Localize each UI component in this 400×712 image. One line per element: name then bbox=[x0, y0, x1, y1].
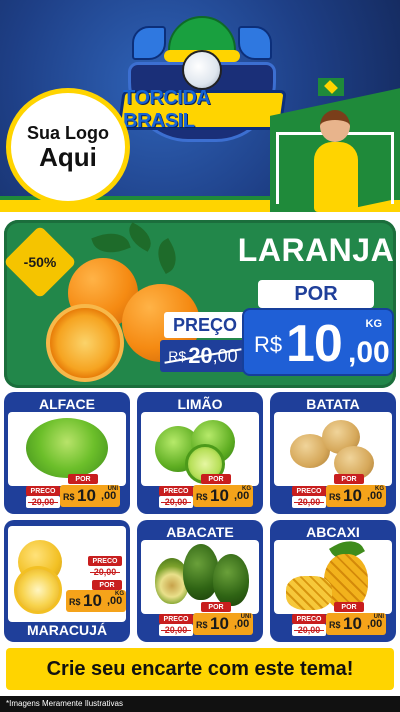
old-price-tag: 20,00 bbox=[159, 624, 193, 636]
right-horn-icon bbox=[238, 26, 272, 60]
new-price-tag: R$ 10 ,00 KG bbox=[326, 485, 386, 507]
new-price-tag: R$ 10 ,00 KG bbox=[66, 590, 126, 612]
product-image-abacaxi bbox=[274, 540, 392, 614]
store-logo-placeholder[interactable]: Sua Logo Aqui bbox=[6, 88, 130, 206]
por-tag: POR bbox=[201, 602, 231, 612]
header-banner: TORCIDA BRASIL Sua Logo Aqui bbox=[0, 0, 400, 212]
por-tag: POR bbox=[68, 474, 98, 484]
product-card-limao[interactable]: LIMÃO PRECO 20,00 POR R$ 10 ,00 KG bbox=[137, 392, 263, 514]
currency: R$ bbox=[329, 492, 341, 502]
preco-label: PREÇO bbox=[164, 312, 246, 338]
product-card-batata[interactable]: BATATA PRECO 20,00 POR R$ 10 ,00 KG bbox=[270, 392, 396, 514]
new-price: R$ 10 ,00 KG bbox=[242, 308, 394, 376]
price-int: 10 bbox=[83, 591, 102, 610]
logo-line-2: Aqui bbox=[39, 141, 97, 172]
leaf-icon bbox=[150, 238, 184, 274]
old-price-tag: 20,00 bbox=[292, 624, 326, 636]
new-price-tag: R$ 10 ,00 KG bbox=[193, 485, 253, 507]
product-image-batata bbox=[274, 412, 392, 486]
unit: UNI bbox=[373, 614, 384, 620]
product-card-abacaxi[interactable]: ABCAXI PRECO 20,00 POR R$ 10 ,00 UNI bbox=[270, 520, 396, 642]
disclaimer-text: *Imagens Meramente Ilustrativas bbox=[0, 696, 400, 712]
price-int: 10 bbox=[210, 614, 229, 633]
old-price-tag: 20,00 bbox=[159, 496, 193, 508]
currency: R$ bbox=[196, 492, 208, 502]
torcida-brasil-badge: TORCIDA BRASIL bbox=[117, 10, 287, 160]
old-price-tag: 20,00 bbox=[88, 566, 122, 578]
orange-half bbox=[46, 304, 124, 382]
unit: UNI bbox=[240, 614, 251, 620]
currency: R$ bbox=[63, 492, 75, 502]
old-price: R$ 20 ,00 bbox=[160, 340, 246, 372]
leaf-icon bbox=[91, 226, 131, 260]
passion-fruit-half-image bbox=[14, 566, 62, 614]
product-image-alface bbox=[8, 412, 126, 486]
avocado-image bbox=[213, 554, 249, 606]
unit: KG bbox=[115, 591, 124, 597]
currency: R$ bbox=[329, 620, 341, 630]
lettuce-image bbox=[26, 418, 108, 478]
new-price-dec: ,00 bbox=[348, 336, 390, 369]
por-label: POR bbox=[258, 280, 374, 308]
product-name: ABACATE bbox=[166, 524, 234, 540]
price-int: 10 bbox=[343, 614, 362, 633]
product-card-maracuja[interactable]: MARACUJÁ PRECO 20,00 POR R$ 10 ,00 KG bbox=[4, 520, 130, 642]
preco-tag: PRECO bbox=[159, 614, 193, 624]
product-name: ABCAXI bbox=[306, 524, 360, 540]
product-image-limao bbox=[141, 412, 259, 486]
price-int: 10 bbox=[77, 486, 96, 505]
preco-tag: PRECO bbox=[292, 486, 326, 496]
old-price-tag: 20,00 bbox=[292, 496, 326, 508]
badge-text: TORCIDA BRASIL bbox=[123, 87, 210, 132]
product-name: ALFACE bbox=[39, 396, 95, 412]
featured-product-card[interactable]: -50% LARANJA POR PREÇO R$ 20 ,00 R$ 10 ,… bbox=[4, 220, 396, 388]
fan-illustration bbox=[262, 72, 400, 212]
discount-text: -50% bbox=[23, 254, 57, 270]
new-price-currency: R$ bbox=[254, 332, 283, 357]
por-tag: POR bbox=[334, 474, 364, 484]
unit: KG bbox=[242, 486, 251, 492]
new-price-int: 10 bbox=[286, 315, 343, 373]
product-card-abacate[interactable]: ABACATE PRECO 20,00 POR R$ 10 ,00 UNI bbox=[137, 520, 263, 642]
old-price-tag: 20,00 bbox=[26, 496, 60, 508]
brazil-flag-icon bbox=[318, 78, 344, 96]
new-price-tag: R$ 10 ,00 UNI bbox=[60, 485, 120, 507]
currency: R$ bbox=[69, 597, 81, 607]
new-price-tag: R$ 10 ,00 UNI bbox=[326, 613, 386, 635]
preco-tag: PRECO bbox=[159, 486, 193, 496]
left-horn-icon bbox=[132, 26, 166, 60]
product-name: BATATA bbox=[306, 396, 360, 412]
featured-product-name: LARANJA bbox=[237, 232, 395, 268]
soccer-ball-icon bbox=[182, 50, 222, 90]
product-card-alface[interactable]: ALFACE PRECO 20,00 POR R$ 10 ,00 UNI bbox=[4, 392, 130, 514]
unit: KG bbox=[375, 486, 384, 492]
product-image-abacate bbox=[141, 540, 259, 614]
preco-tag: PRECO bbox=[26, 486, 60, 496]
por-tag: POR bbox=[334, 602, 364, 612]
currency: R$ bbox=[196, 620, 208, 630]
por-tag: POR bbox=[201, 474, 231, 484]
price-int: 10 bbox=[210, 486, 229, 505]
product-name: LIMÃO bbox=[177, 396, 223, 412]
logo-line-1: Sua Logo bbox=[27, 122, 109, 143]
pineapple-slice-image bbox=[286, 576, 332, 610]
price-unit: KG bbox=[365, 318, 383, 330]
product-name: MARACUJÁ bbox=[26, 622, 108, 638]
fan-shirt bbox=[314, 142, 358, 212]
por-tag: POR bbox=[92, 580, 122, 590]
unit: UNI bbox=[107, 486, 118, 492]
price-int: 10 bbox=[343, 486, 362, 505]
preco-tag: PRECO bbox=[292, 614, 326, 624]
cta-banner[interactable]: Crie seu encarte com este tema! bbox=[6, 648, 394, 690]
new-price-tag: R$ 10 ,00 UNI bbox=[193, 613, 253, 635]
fan-head bbox=[320, 110, 350, 142]
preco-tag: PRECO bbox=[88, 556, 122, 566]
